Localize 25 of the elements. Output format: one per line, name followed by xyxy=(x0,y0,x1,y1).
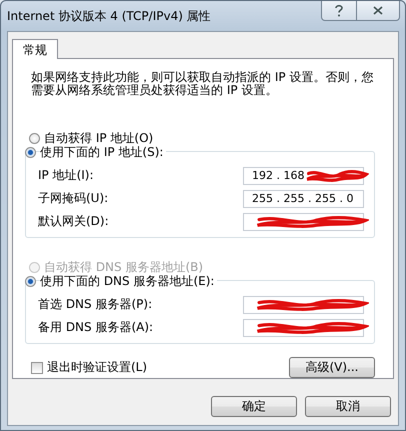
field-value: 255 . 255 . 255 . 0 xyxy=(252,192,354,205)
radio-button[interactable] xyxy=(25,146,36,158)
field-label: 备用 DNS 服务器(A): xyxy=(38,319,154,336)
close-button[interactable] xyxy=(357,1,400,21)
field-label: 默认网关(D): xyxy=(38,213,109,230)
input-field[interactable]: 255 . 255 . 255 . 0 xyxy=(243,190,364,208)
radio-button[interactable] xyxy=(25,276,36,286)
close-icon xyxy=(373,6,383,15)
ok-button[interactable]: 确定 xyxy=(211,396,297,417)
cancel-button[interactable]: 取消 xyxy=(305,396,391,417)
radio-button[interactable] xyxy=(29,132,40,144)
help-icon xyxy=(334,4,344,17)
checkbox-label: 退出时验证设置(L) xyxy=(47,359,148,376)
advanced-button[interactable]: 高级(V)... xyxy=(289,357,375,378)
checkbox[interactable] xyxy=(31,362,43,374)
description-text: 如果网络支持此功能，则可以获取自动指派的 IP 设置。否则，您需要从网络系统管理员处获得适当的 IP 设置。 xyxy=(31,71,374,97)
radio-label: 使用下面的 IP 地址(S): xyxy=(40,144,166,160)
tab[interactable]: 常规 xyxy=(12,39,58,59)
window-title: Internet 协议版本 4 (TCP/IPv4) 属性 xyxy=(7,8,211,25)
field-label: IP 地址(I): xyxy=(38,167,94,184)
help-button[interactable] xyxy=(321,1,357,21)
field-value: 192 . 168 xyxy=(252,169,304,182)
field-label: 首选 DNS 服务器(P): xyxy=(38,296,152,313)
field-label: 子网掩码(U): xyxy=(38,190,108,207)
radio-label: 使用下面的 DNS 服务器地址(E): xyxy=(40,272,218,290)
